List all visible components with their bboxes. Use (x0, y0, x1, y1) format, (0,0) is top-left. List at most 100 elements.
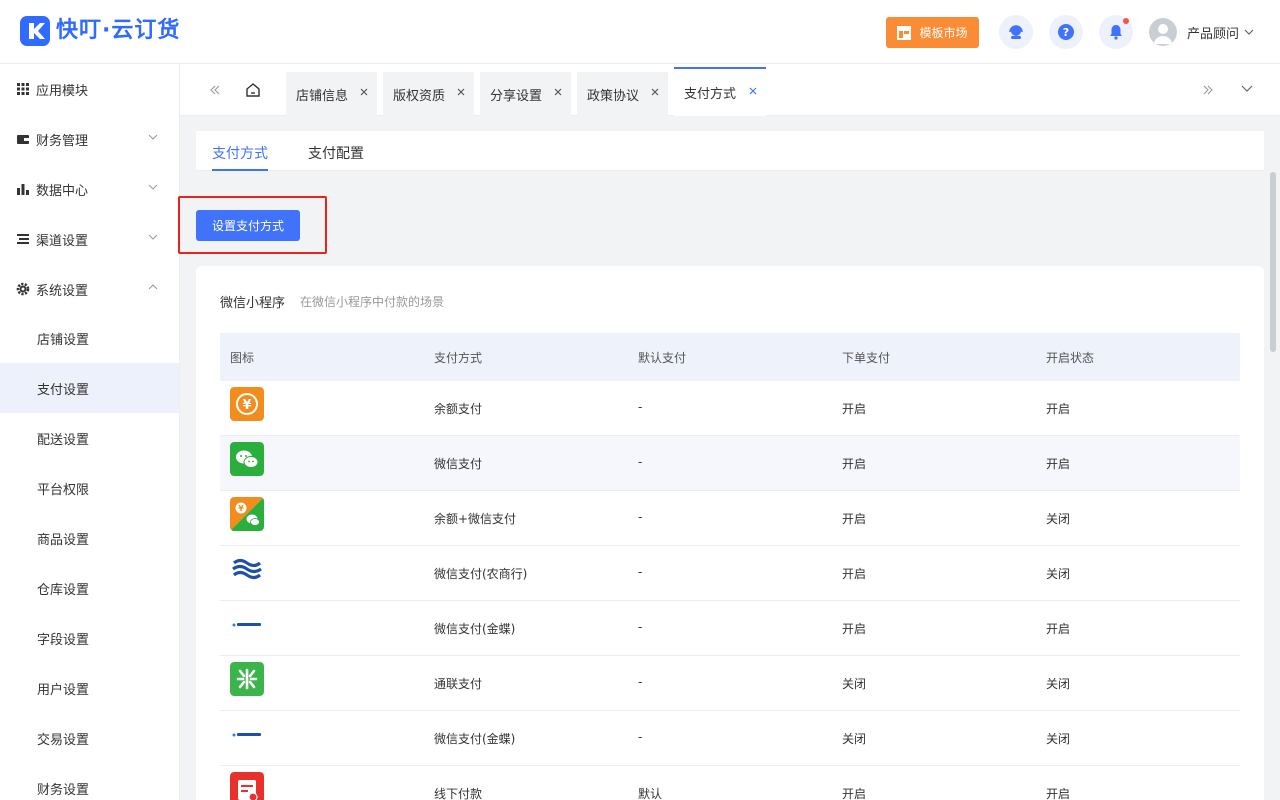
enabled-status: 关闭 (1046, 567, 1071, 581)
payment-name: 线下付款 (434, 787, 483, 800)
order-pay: 关闭 (842, 732, 867, 746)
logo-icon (20, 16, 50, 46)
section-title: 微信小程序 (220, 296, 286, 311)
table-row[interactable]: 微信支付(金蝶) - 开启 开启 (220, 601, 1240, 656)
tab-label: 分享设置 (490, 88, 543, 104)
sidebar-item-data-center[interactable]: 数据中心 (0, 164, 179, 214)
wechat-pay-icon (230, 442, 264, 476)
close-icon[interactable] (456, 87, 466, 97)
template-market-label: 模板市场 (919, 26, 968, 40)
notification-button[interactable] (1099, 15, 1133, 49)
rural-bank-icon (232, 555, 262, 583)
payment-name: 微信支付 (434, 457, 483, 471)
default-pay: - (638, 620, 643, 634)
order-pay: 开启 (842, 402, 867, 416)
tab-copyright[interactable]: 版权资质 (383, 72, 474, 116)
column-header: 下单支付 (842, 351, 891, 365)
svg-text:?: ? (1063, 26, 1069, 39)
sidebar-item-channel[interactable]: 渠道设置 (0, 214, 179, 264)
app-name: 快叮·云订货 (56, 18, 181, 43)
tab-policy[interactable]: 政策协议 (577, 72, 668, 116)
sidebar-subitem-warehouse[interactable]: 仓库设置 (0, 563, 179, 613)
table-row[interactable]: 线下付款 默认 开启 开启 (220, 766, 1240, 800)
payment-methods-card: 微信小程序 在微信小程序中付款的场景 图标 支付方式 默认支付 下单支付 开启状… (196, 266, 1264, 800)
sidebar: 应用模块 财务管理 数据中心 渠道设置 系统设置 店铺设置 支付设置 配送设置 (0, 64, 180, 800)
svg-text:¥: ¥ (238, 504, 244, 513)
enabled-status: 开启 (1046, 457, 1071, 471)
sidebar-subitem-fields[interactable]: 字段设置 (0, 613, 179, 663)
subtab-payment-method[interactable]: 支付方式 (212, 143, 268, 163)
double-chevron-left-icon[interactable] (209, 84, 221, 96)
table-header: 图标 支付方式 默认支付 下单支付 开启状态 (220, 333, 1240, 381)
close-icon[interactable] (359, 87, 369, 97)
sidebar-subitem-delivery[interactable]: 配送设置 (0, 413, 179, 463)
home-icon[interactable] (244, 81, 262, 99)
sidebar-item-system[interactable]: 系统设置 (0, 264, 179, 314)
question-icon: ? (1058, 24, 1074, 40)
table-row[interactable]: 通联支付 - 关闭 关闭 (220, 656, 1240, 711)
order-pay: 开启 (842, 457, 867, 471)
kingdee-icon (232, 733, 261, 737)
default-pay: 默认 (638, 787, 663, 800)
balance-wechat-icon: ¥ (230, 497, 264, 531)
order-pay: 开启 (842, 512, 867, 526)
enabled-status: 开启 (1046, 402, 1071, 416)
sidebar-item-label: 数据中心 (36, 183, 89, 199)
tab-payment-method[interactable]: 支付方式 (674, 67, 766, 116)
svg-text:¥: ¥ (242, 398, 251, 413)
tab-label: 政策协议 (587, 88, 640, 104)
enabled-status: 关闭 (1046, 732, 1071, 746)
help-button[interactable]: ? (1049, 15, 1083, 49)
list-icon (17, 234, 29, 244)
tab-store-info[interactable]: 店铺信息 (286, 72, 377, 116)
table-row[interactable]: ¥ 余额支付 - 开启 开启 (220, 381, 1240, 436)
subtab-payment-config[interactable]: 支付配置 (308, 143, 364, 163)
chevron-down-icon (148, 184, 158, 190)
user-name: 产品顾问 (1187, 26, 1240, 42)
sidebar-item-label: 应用模块 (36, 83, 89, 99)
sidebar-subitem-users[interactable]: 用户设置 (0, 663, 179, 713)
scrollbar[interactable] (1270, 172, 1276, 352)
sidebar-item-label: 财务管理 (36, 133, 89, 149)
wallet-icon (17, 135, 29, 144)
chevron-down-icon (148, 134, 158, 140)
default-pay: - (638, 675, 643, 689)
close-icon[interactable] (748, 86, 758, 96)
order-pay: 开启 (842, 787, 867, 800)
default-pay: - (638, 455, 643, 469)
kingdee-icon (232, 623, 261, 627)
chevron-down-icon[interactable] (1241, 85, 1253, 93)
table-row[interactable]: 微信支付 - 开启 开启 (220, 436, 1240, 491)
sidebar-subitem-finance[interactable]: 财务设置 (0, 763, 179, 800)
tab-share[interactable]: 分享设置 (480, 72, 571, 116)
enabled-status: 开启 (1046, 787, 1071, 800)
default-pay: - (638, 565, 643, 579)
customer-service-button[interactable] (999, 15, 1033, 49)
table-row[interactable]: 微信支付(农商行) - 开启 关闭 (220, 546, 1240, 601)
table-row[interactable]: 微信支付(金蝶) - 关闭 关闭 (220, 711, 1240, 766)
enabled-status: 关闭 (1046, 512, 1071, 526)
app-logo[interactable]: 快叮·云订货 (20, 16, 180, 46)
payment-name: 通联支付 (434, 677, 483, 691)
sidebar-item-app-modules[interactable]: 应用模块 (0, 64, 179, 114)
sidebar-subitem-payment[interactable]: 支付设置 (0, 363, 179, 413)
sidebar-subitem-store[interactable]: 店铺设置 (0, 313, 179, 363)
sidebar-subitem-trade[interactable]: 交易设置 (0, 713, 179, 763)
allinpay-icon (230, 662, 264, 696)
sidebar-subitem-products[interactable]: 商品设置 (0, 513, 179, 563)
column-header: 默认支付 (638, 351, 687, 365)
sidebar-subitem-permissions[interactable]: 平台权限 (0, 463, 179, 513)
default-pay: - (638, 510, 643, 524)
close-icon[interactable] (553, 87, 563, 97)
close-icon[interactable] (650, 87, 660, 97)
set-payment-method-button[interactable]: 设置支付方式 (196, 210, 300, 241)
default-pay: - (638, 730, 643, 744)
notification-dot (1123, 18, 1129, 24)
table-row[interactable]: ¥ 余额+微信支付 - 开启 关闭 (220, 491, 1240, 546)
top-header: 快叮·云订货 模板市场 ? 产品顾问 (0, 0, 1280, 64)
template-market-button[interactable]: 模板市场 (886, 17, 979, 48)
sub-tabs: 支付方式 支付配置 (196, 131, 1264, 171)
double-chevron-right-icon[interactable] (1202, 84, 1214, 96)
sidebar-item-finance[interactable]: 财务管理 (0, 114, 179, 164)
user-menu[interactable]: 产品顾问 (1149, 18, 1254, 46)
